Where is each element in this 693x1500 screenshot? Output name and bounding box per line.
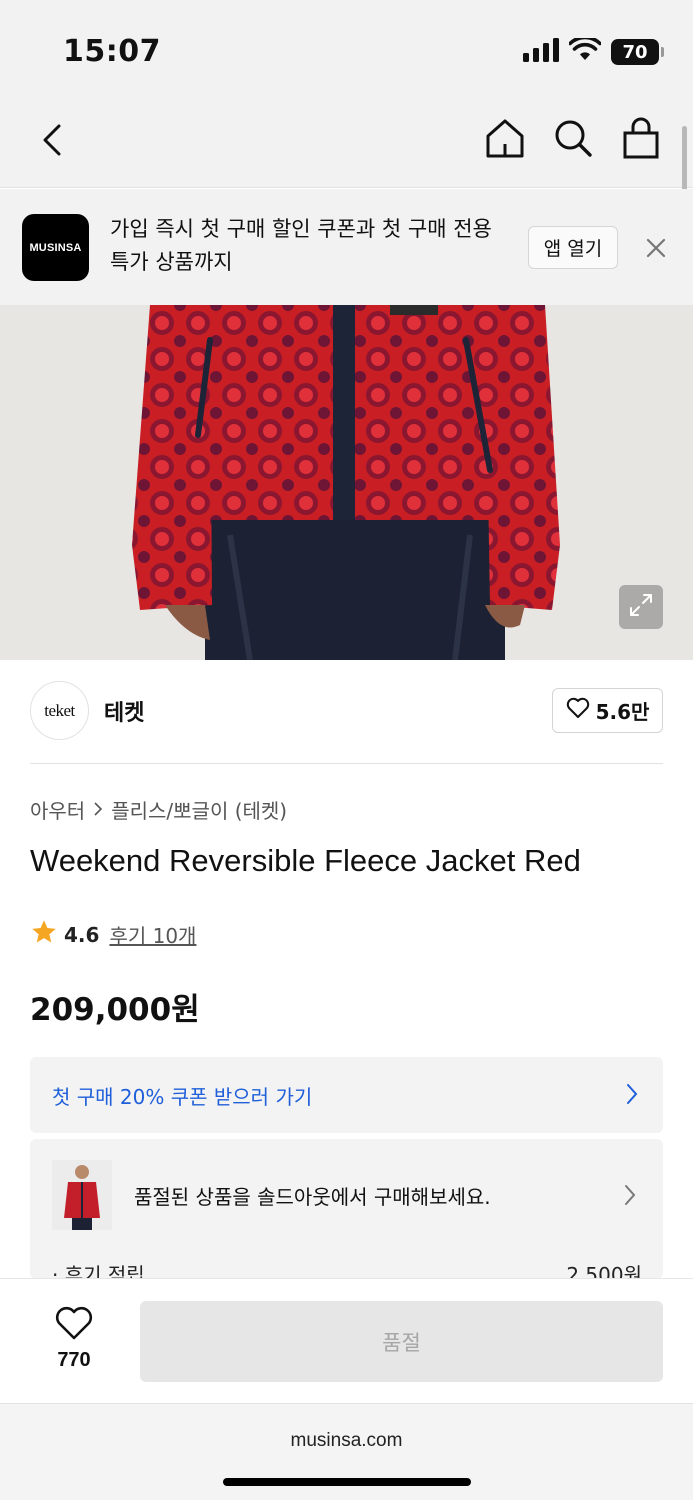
chevron-right-icon <box>625 1083 639 1109</box>
search-icon[interactable] <box>551 116 595 160</box>
review-reward-label: · 후기 적립 <box>52 1263 145 1279</box>
brand-logo[interactable]: teket <box>30 681 89 740</box>
rating: 4.6 후기 10개 <box>30 918 196 951</box>
expand-icon <box>627 591 655 623</box>
heart-icon <box>566 697 590 724</box>
nav-bar <box>0 100 693 188</box>
breadcrumb-item-category[interactable]: 아우터 <box>30 795 85 824</box>
breadcrumb: 아우터 플리스/뽀글이 (테켓) <box>30 795 287 824</box>
product-price: 209,000원 <box>30 992 200 1028</box>
shopping-bag-icon[interactable] <box>619 116 663 160</box>
wifi-icon <box>568 35 602 66</box>
divider <box>30 763 663 764</box>
product-title: Weekend Reversible Fleece Jacket Red <box>30 843 581 878</box>
home-indicator[interactable] <box>223 1478 471 1486</box>
cellular-signal-icon <box>523 38 559 66</box>
soldout-button[interactable]: 품절 <box>140 1301 663 1382</box>
rating-score: 4.6 <box>64 922 100 947</box>
wishlist-count: 770 <box>57 1349 91 1371</box>
brand-like-count: 5.6만 <box>595 700 650 724</box>
home-icon[interactable] <box>483 116 527 160</box>
brand-name[interactable]: 테켓 <box>104 695 144 727</box>
product-thumbnail <box>52 1160 112 1230</box>
brand-like-button[interactable]: 5.6만 <box>552 688 663 733</box>
purchase-bar: 770 품절 <box>0 1278 693 1403</box>
heart-icon <box>54 1306 94 1345</box>
back-icon[interactable] <box>30 118 74 162</box>
chevron-right-icon <box>623 1184 637 1210</box>
review-reward-row: · 후기 적립 2,500원 <box>52 1259 642 1279</box>
soldout-promo-label: 품절된 상품을 솔드아웃에서 구매해보세요. <box>134 1185 491 1209</box>
chevron-right-icon <box>91 798 105 822</box>
banner-message: 가입 즉시 첫 구매 할인 쿠폰과 첫 구매 전용 특가 상품까지 <box>110 217 492 274</box>
status-icons: 70 <box>523 35 664 66</box>
expand-image-button[interactable] <box>619 585 663 629</box>
app-install-banner: MUSINSA 가입 즉시 첫 구매 할인 쿠폰과 첫 구매 전용 특가 상품까… <box>0 189 693 305</box>
first-purchase-coupon-banner[interactable]: 첫 구매 20% 쿠폰 받으러 가기 <box>30 1057 663 1133</box>
battery-icon: 70 <box>611 39 664 65</box>
musinsa-logo: MUSINSA <box>22 214 89 281</box>
coupon-label: 첫 구매 20% 쿠폰 받으러 가기 <box>52 1085 313 1109</box>
brand-row[interactable]: teket 테켓 5.6만 <box>30 681 663 743</box>
soldout-promo-card[interactable]: 품절된 상품을 솔드아웃에서 구매해보세요. · 후기 적립 2,500원 <box>30 1139 663 1279</box>
close-icon[interactable] <box>640 232 672 268</box>
breadcrumb-item-subcategory[interactable]: 플리스/뽀글이 (테켓) <box>111 795 287 824</box>
status-time: 15:07 <box>63 34 161 69</box>
product-image[interactable] <box>0 305 693 660</box>
status-bar: 15:07 70 <box>0 0 693 100</box>
browser-url-bar[interactable]: musinsa.com <box>0 1403 693 1500</box>
open-app-button[interactable]: 앱 열기 <box>528 226 618 269</box>
review-count-link[interactable]: 후기 10개 <box>109 920 196 949</box>
url-text[interactable]: musinsa.com <box>0 1430 693 1452</box>
wishlist-button[interactable]: 770 <box>50 1305 98 1372</box>
star-icon <box>30 918 58 951</box>
review-reward-value: 2,500원 <box>566 1263 642 1279</box>
